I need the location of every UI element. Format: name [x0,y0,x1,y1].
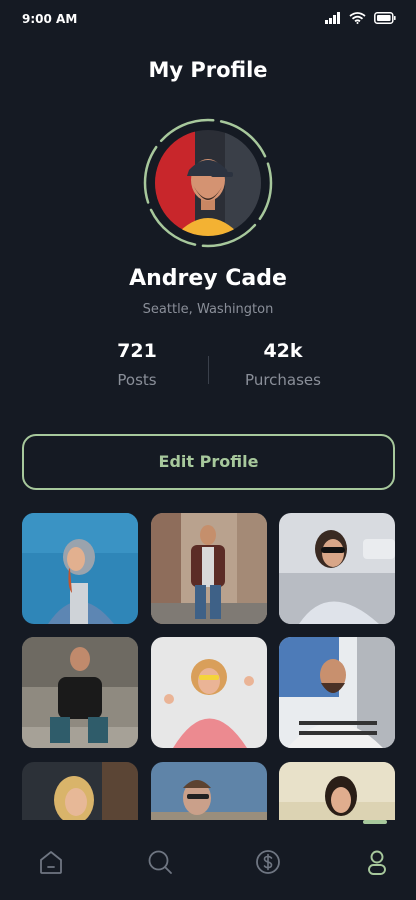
status-time: 9:00 AM [22,12,78,26]
gallery-photo[interactable] [22,513,138,624]
nav-active-indicator [363,820,387,824]
dollar-icon[interactable] [254,848,282,876]
wifi-icon [349,12,366,24]
edit-profile-button[interactable]: Edit Profile [22,434,395,490]
profile-icon[interactable] [363,848,391,876]
bottom-nav [0,820,416,900]
stat-purchases[interactable]: 42k Purchases [203,340,363,389]
gallery-photo[interactable] [22,637,138,748]
battery-icon [374,12,396,24]
stat-value: 42k [263,340,303,362]
profile-location: Seattle, Washington [142,302,274,317]
gallery-photo[interactable] [279,637,395,748]
stat-posts[interactable]: 721 Posts [57,340,217,389]
search-icon[interactable] [146,848,174,876]
avatar-photo [155,130,261,236]
gallery-photo[interactable] [279,513,395,624]
stat-label: Purchases [245,371,321,389]
status-bar: 9:00 AM [0,0,416,40]
gallery-photo[interactable] [151,637,267,748]
signal-icon [325,12,340,24]
home-icon[interactable] [37,848,65,876]
stat-label: Posts [117,371,157,389]
stat-value: 721 [117,340,157,362]
avatar[interactable] [141,116,275,250]
profile-name: Andrey Cade [129,266,287,291]
page-title: My Profile [148,58,268,82]
gallery-photo[interactable] [151,513,267,624]
